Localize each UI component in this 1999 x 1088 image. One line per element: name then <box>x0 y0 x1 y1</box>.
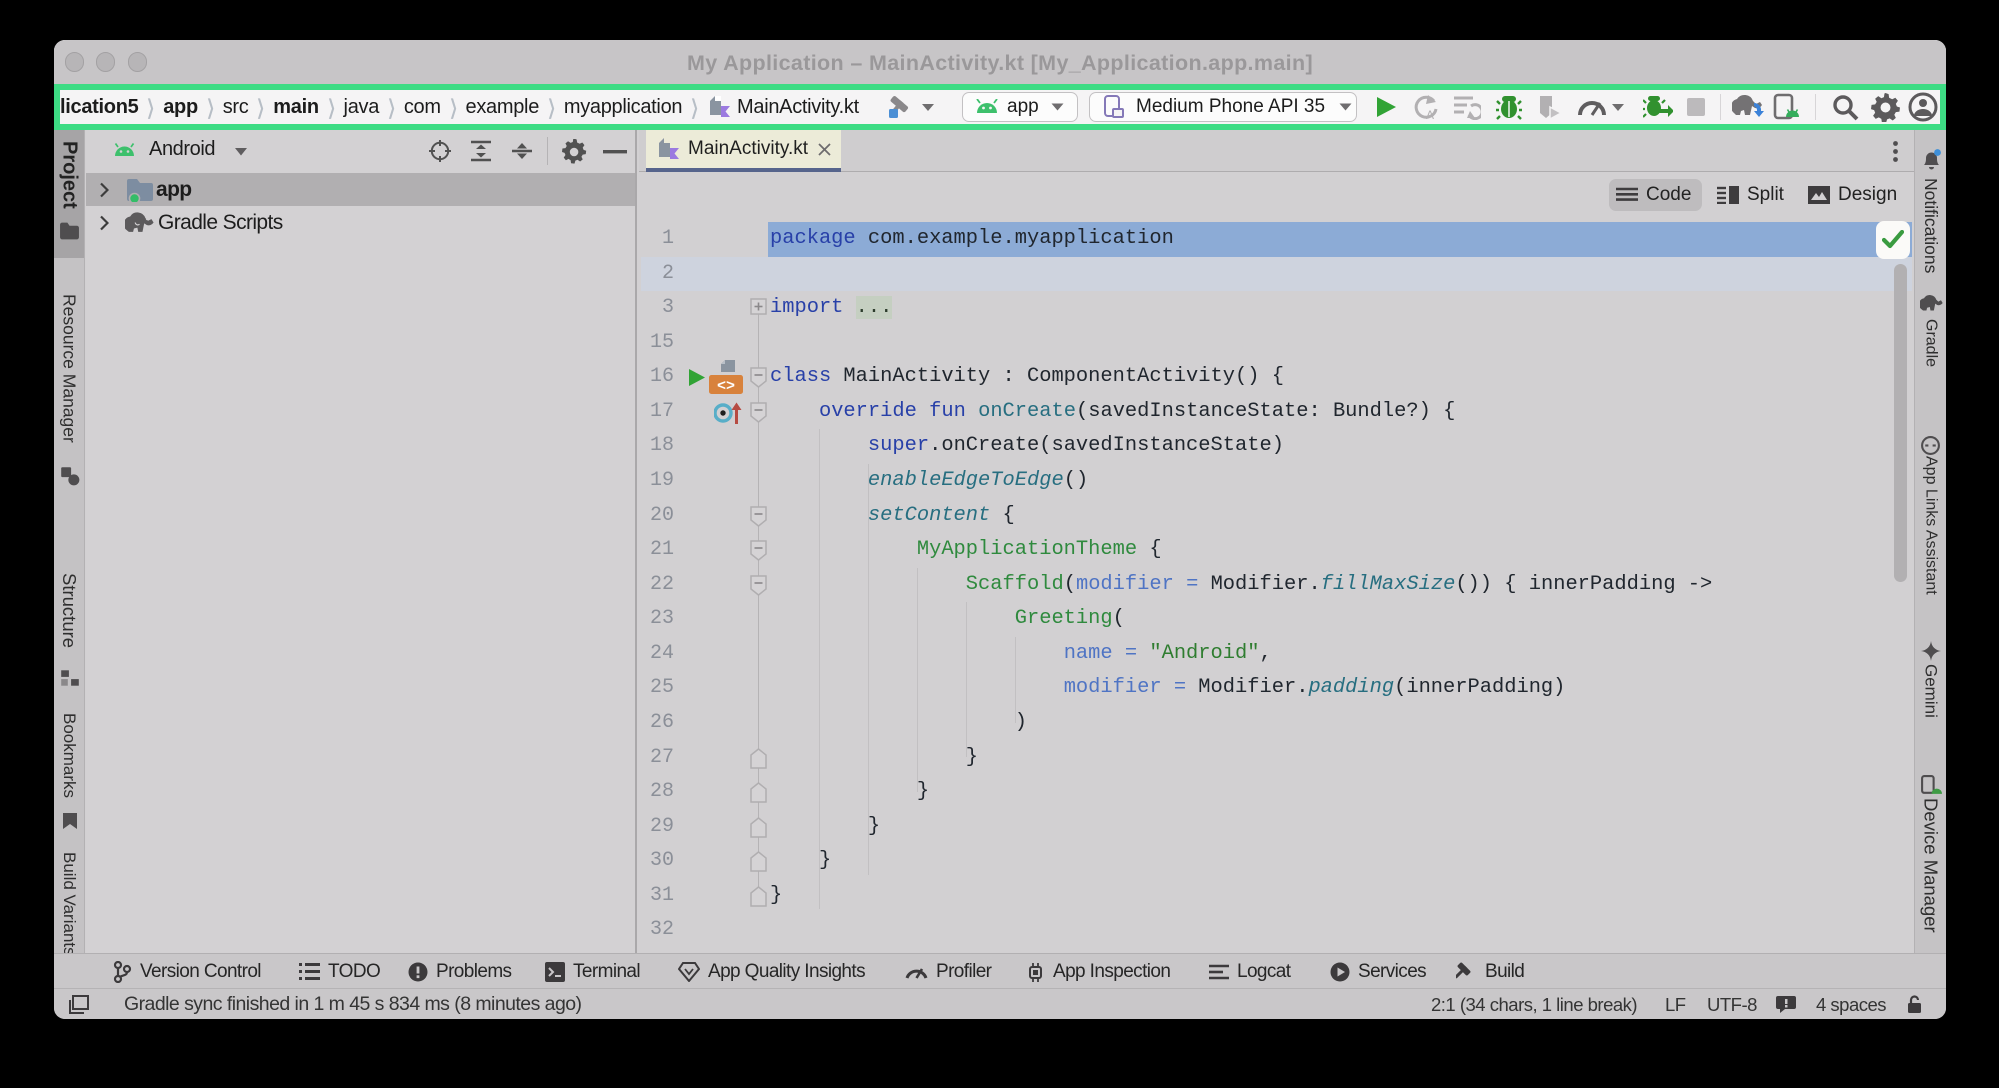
svg-text:<>: <> <box>717 378 735 395</box>
svg-text:A: A <box>1426 108 1434 121</box>
